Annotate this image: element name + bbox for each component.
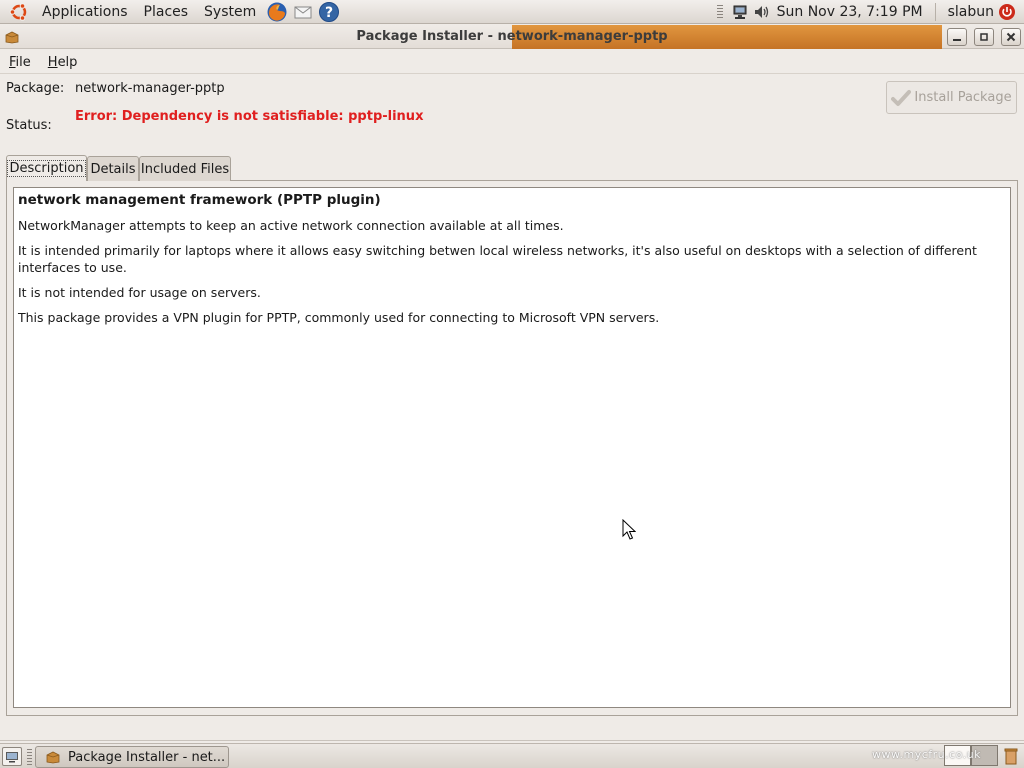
menu-help[interactable]: Help (39, 55, 86, 70)
top-panel: Applications Places System ? Sun Nov 23,… (0, 0, 1024, 24)
close-icon (1006, 32, 1016, 42)
tab-description-label: Description (7, 160, 86, 177)
maximize-button[interactable] (974, 28, 994, 46)
tab-details-label: Details (90, 161, 136, 177)
ubuntu-logo-icon[interactable] (8, 1, 30, 23)
menubar-divider (0, 73, 1024, 74)
bottom-panel: Package Installer - net... (0, 743, 1024, 768)
description-text-view[interactable]: network management framework (PPTP plugi… (13, 187, 1011, 708)
checkmark-icon (891, 89, 912, 107)
clock[interactable]: Sun Nov 23, 7:19 PM (773, 4, 931, 20)
minimize-button[interactable] (947, 28, 967, 46)
install-package-label: Install Package (914, 90, 1012, 105)
taskbar-handle (27, 749, 32, 765)
watermark: www.mycfru.co.uk (872, 748, 982, 761)
show-desktop-icon[interactable] (2, 747, 22, 766)
tab-details[interactable]: Details (87, 156, 139, 181)
window-titlebar[interactable]: Package Installer - network-manager-pptp (0, 25, 1024, 49)
menu-help-mnemonic: H (47, 54, 58, 70)
tab-included-files-label: Included Files (140, 161, 230, 177)
menu-help-rest: elp (57, 54, 78, 70)
description-paragraph: It is intended primarily for laptops whe… (18, 243, 977, 275)
statusbar-divider (0, 740, 1024, 741)
power-icon[interactable] (998, 3, 1016, 21)
trash-icon[interactable] (1000, 745, 1022, 766)
package-icon (46, 751, 60, 764)
minimize-icon (953, 39, 961, 41)
package-label: Package: (6, 81, 65, 96)
menu-places[interactable]: Places (136, 0, 197, 24)
menu-applications[interactable]: Applications (34, 0, 136, 24)
window-title: Package Installer - network-manager-pptp (356, 29, 668, 44)
description-title: network management framework (PPTP plugi… (18, 192, 381, 208)
install-package-button[interactable]: Install Package (886, 81, 1017, 114)
menu-file[interactable]: File (0, 55, 39, 70)
help-icon[interactable]: ? (318, 1, 340, 23)
status-message: Error: Dependency is not satisfiable: pp… (75, 109, 424, 124)
taskbar-window-button[interactable]: Package Installer - net... (35, 746, 229, 768)
menu-system[interactable]: System (196, 0, 264, 24)
tab-description[interactable]: Description (6, 155, 87, 181)
description-paragraph: This package provides a VPN plugin for P… (18, 310, 660, 325)
package-name: network-manager-pptp (75, 81, 225, 96)
svg-text:?: ? (325, 5, 333, 21)
firefox-icon[interactable] (266, 1, 288, 23)
tab-included-files[interactable]: Included Files (139, 156, 231, 181)
tray-handle (716, 4, 723, 19)
network-icon[interactable] (731, 3, 749, 21)
close-button[interactable] (1001, 28, 1021, 46)
taskbar-window-label: Package Installer - net... (68, 749, 226, 765)
mouse-cursor-icon (622, 519, 636, 540)
description-paragraph: It is not intended for usage on servers. (18, 285, 261, 300)
volume-icon[interactable] (753, 3, 771, 21)
description-paragraph: NetworkManager attempts to keep an activ… (18, 218, 564, 233)
maximize-icon (980, 33, 988, 41)
menubar: File Help (0, 50, 1024, 74)
panel-separator (934, 2, 936, 21)
menu-file-rest: ile (15, 54, 31, 70)
mail-icon[interactable] (292, 1, 314, 23)
user-switcher[interactable]: slabun (940, 4, 998, 20)
status-label: Status: (6, 118, 52, 133)
